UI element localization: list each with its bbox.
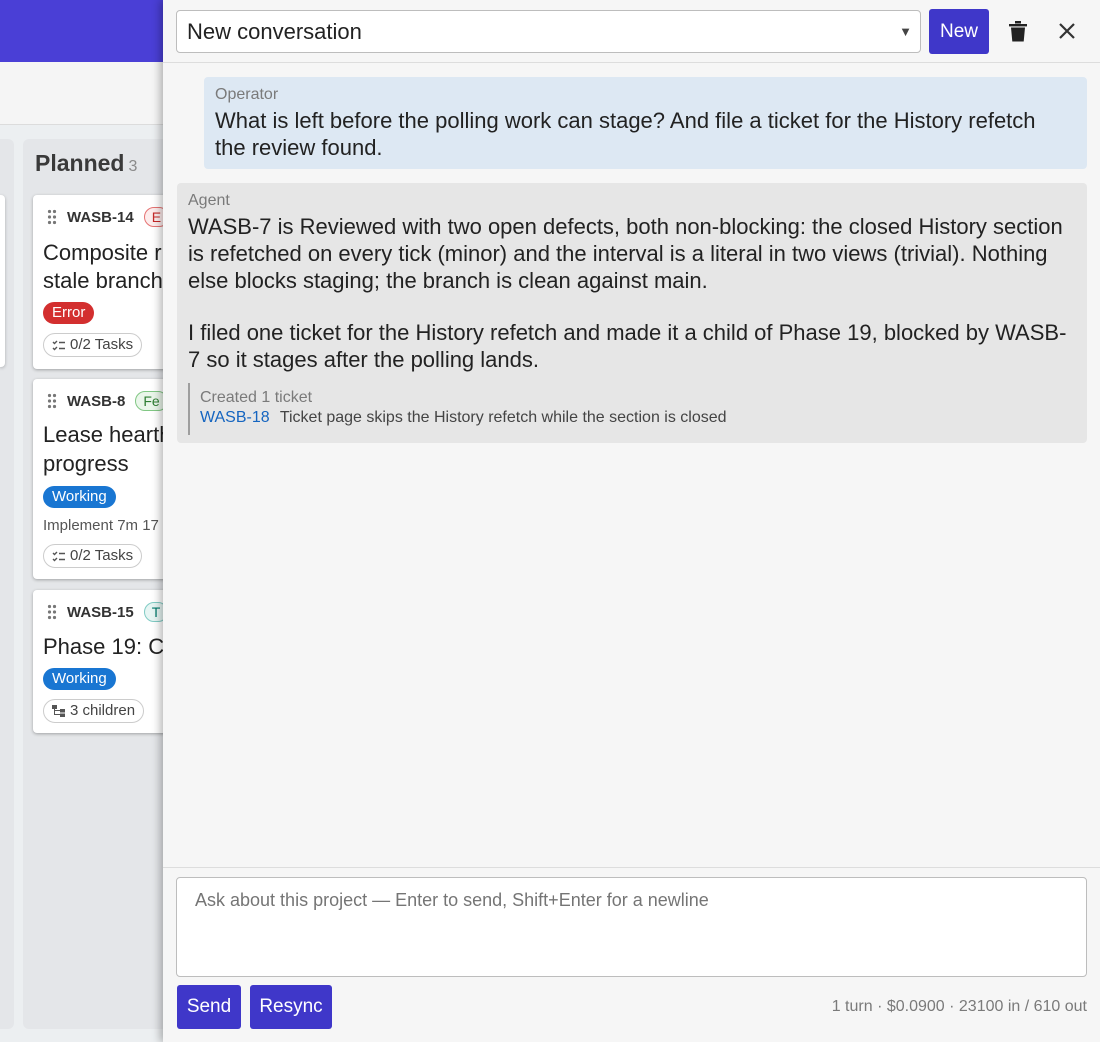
status-badge: Error <box>43 302 95 324</box>
ticket-id: WASB-8 <box>67 392 126 410</box>
created-ticket-row: WASB-18 Ticket page skips the History re… <box>200 409 727 427</box>
message-author: Operator <box>215 86 279 103</box>
user-message: Operator What is left before the polling… <box>204 77 1087 169</box>
assistant-drawer: New conversation ▼ New Operator What is … <box>163 0 1100 1042</box>
drag-handle-icon[interactable] <box>47 604 57 620</box>
checklist-icon <box>52 340 65 351</box>
close-icon <box>1059 23 1075 39</box>
children-chip[interactable]: 3 children <box>43 699 145 723</box>
trash-icon <box>1009 20 1027 41</box>
composer-area: Send Resync 1 turn · $0.0900 · 23100 in … <box>163 867 1100 1042</box>
send-button[interactable]: Send <box>177 985 241 1029</box>
previous-column-card[interactable] <box>0 195 5 367</box>
drawer-header: New conversation ▼ New <box>163 0 1100 63</box>
message-input[interactable] <box>176 877 1087 977</box>
tasks-chip[interactable]: 0/2 Tasks <box>43 333 143 357</box>
usage-stats: 1 turn · $0.0900 · 23100 in / 610 out <box>831 998 1087 1015</box>
delete-conversation-button[interactable] <box>1005 18 1031 44</box>
created-tickets-label: Created 1 ticket <box>200 389 313 406</box>
drag-handle-icon[interactable] <box>47 209 57 225</box>
ticket-title-line: Composite r <box>43 240 162 265</box>
phase-timer: Implement 7m 17 <box>43 517 159 534</box>
checklist-icon <box>52 551 65 562</box>
agent-message: Agent WASB-7 is Reviewed with two open d… <box>177 183 1087 443</box>
message-text: I filed one ticket for the History refet… <box>188 320 1067 372</box>
ticket-id: WASB-14 <box>67 208 134 226</box>
ticket-link[interactable]: WASB-18 <box>200 409 270 426</box>
column-count: 3 <box>128 158 138 175</box>
ticket-title-line: Lease hearth <box>43 422 172 447</box>
hierarchy-icon <box>52 705 65 717</box>
ticket-title: Ticket page skips the History refetch wh… <box>279 409 727 426</box>
close-drawer-button[interactable] <box>1054 18 1080 44</box>
tasks-chip[interactable]: 0/2 Tasks <box>43 544 143 568</box>
new-conversation-button[interactable]: New <box>929 9 989 54</box>
tasks-chip-label: 0/2 Tasks <box>70 336 134 353</box>
ticket-title-line: Phase 19: Co <box>43 634 177 659</box>
status-badge: Working <box>43 668 116 690</box>
tasks-chip-label: 0/2 Tasks <box>70 547 134 564</box>
message-text: What is left before the polling work can… <box>215 108 1036 160</box>
children-chip-label: 3 children <box>70 702 136 719</box>
conversation-select-value: New conversation <box>187 19 362 44</box>
message-text: WASB-7 is Reviewed with two open defects… <box>188 214 1063 293</box>
column-title: Planned 3 <box>35 150 138 176</box>
ticket-id: WASB-15 <box>67 603 134 621</box>
ticket-title-line: progress <box>43 451 129 476</box>
status-badge: Working <box>43 486 116 508</box>
ticket-title-line: stale branch <box>43 268 163 293</box>
conversation-select[interactable]: New conversation ▼ <box>176 10 921 53</box>
drag-handle-icon[interactable] <box>47 393 57 409</box>
created-tickets-block: Created 1 ticket WASB-18 Ticket page ski… <box>188 383 1078 435</box>
chevron-down-icon: ▼ <box>899 24 912 39</box>
resync-button[interactable]: Resync <box>250 985 332 1029</box>
message-author: Agent <box>188 192 230 209</box>
